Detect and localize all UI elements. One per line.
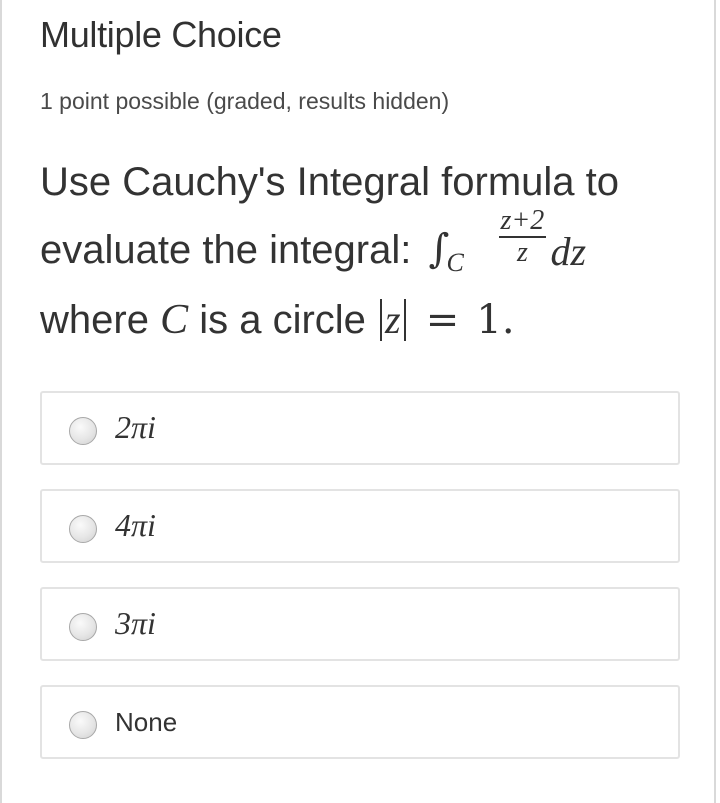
radio-button[interactable] xyxy=(69,711,97,739)
problem-points-info: 1 point possible (graded, results hidden… xyxy=(40,88,450,114)
radio-button[interactable] xyxy=(69,515,97,543)
differential: dz xyxy=(550,229,587,274)
integral-symbol: ∫ C xyxy=(428,226,464,277)
abs-variable: z xyxy=(385,297,401,342)
choice-option-4[interactable]: None xyxy=(40,685,680,759)
integral-expression: ∫ C z+2 z dz xyxy=(423,206,587,278)
contour-variable: C xyxy=(160,297,189,343)
radio-button[interactable] xyxy=(69,417,97,445)
abs-bar-right xyxy=(403,299,406,341)
choice-label: 2πi xyxy=(115,409,156,445)
radio-button[interactable] xyxy=(69,613,97,641)
choice-label: None xyxy=(115,707,178,737)
choice-label: 3πi xyxy=(115,605,156,641)
question-line-3-prefix: where xyxy=(40,298,149,342)
question-line-3-mid: is a circle xyxy=(199,298,366,342)
choice-option-2[interactable]: 4πi xyxy=(40,489,680,563)
integral-subscript: C xyxy=(446,248,464,277)
question-line-2-prefix: evaluate the integral: xyxy=(40,228,412,272)
question-line-1: Use Cauchy's Integral formula to xyxy=(40,160,620,204)
question-line-3: where C is a circle z = 1. xyxy=(40,296,515,344)
fraction-numerator: z+2 xyxy=(498,205,547,238)
radius-value: 1. xyxy=(476,297,515,343)
choice-option-1[interactable]: 2πi xyxy=(40,391,680,465)
question-line-2: evaluate the integral: ∫ C z+2 z dz xyxy=(40,206,587,278)
equals-sign: = xyxy=(425,297,460,343)
choice-label: 4πi xyxy=(115,507,156,543)
fraction-denominator: z xyxy=(516,237,528,268)
problem-title: Multiple Choice xyxy=(40,14,282,55)
abs-bar-left xyxy=(380,299,383,341)
integrand-fraction: z+2 z xyxy=(498,205,547,268)
choice-option-3[interactable]: 3πi xyxy=(40,587,680,661)
